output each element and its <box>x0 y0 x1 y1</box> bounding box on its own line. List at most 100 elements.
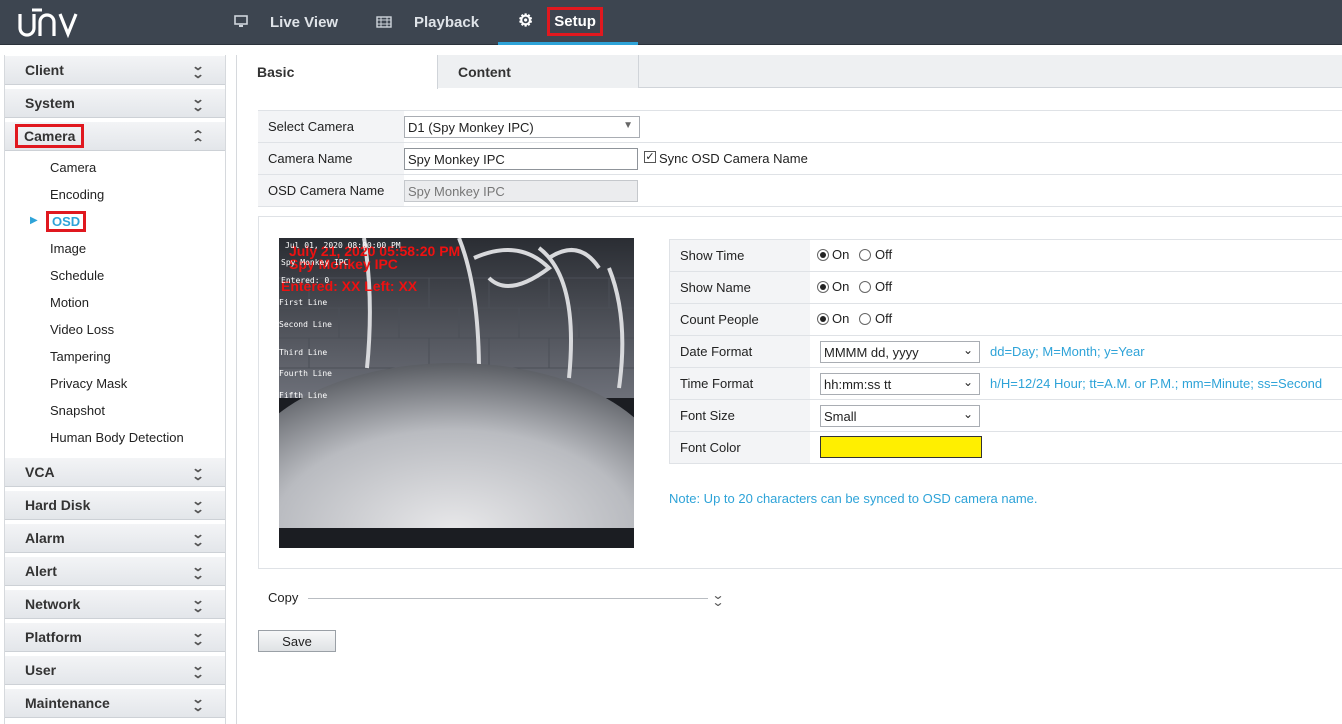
count-people-label: Count People <box>670 304 810 335</box>
time-format-value: hh:mm:ss tt <box>824 376 892 392</box>
osd-options-table: Show Time On Off Show Name On Off Count … <box>669 239 1342 464</box>
double-chevron-down-icon: ⌄ ⌄ <box>191 59 205 81</box>
show-time-on-radio[interactable] <box>817 249 829 261</box>
sidebar-item-label: Motion <box>50 295 90 310</box>
sidebar-section-alert[interactable]: Alert ⌄ ⌄ <box>5 556 225 586</box>
font-size-select[interactable]: Small ⌄ <box>820 405 980 427</box>
time-format-hint: h/H=12/24 Hour; tt=A.M. or P.M.; mm=Minu… <box>990 376 1323 391</box>
date-format-row: Date Format MMMM dd, yyyy ⌄ dd=Day; M=Mo… <box>670 336 1342 368</box>
sync-osd-label: Sync OSD Camera Name <box>659 151 808 166</box>
sidebar-item-tampering[interactable]: Tampering <box>5 343 225 370</box>
nav-playback[interactable]: Playback <box>376 0 479 45</box>
sidebar-section-label: Client <box>25 62 64 78</box>
sidebar-item-snapshot[interactable]: Snapshot <box>5 397 225 424</box>
sidebar-item-camera[interactable]: Camera <box>5 154 225 181</box>
sidebar-section-label: Platform <box>25 629 82 645</box>
osd-line-5: Fifth Line <box>279 391 328 400</box>
sidebar-item-image[interactable]: Image <box>5 235 225 262</box>
nav-live-view-label: Live View <box>270 14 339 31</box>
show-time-off-radio[interactable] <box>859 249 871 261</box>
off-label: Off <box>875 279 893 294</box>
double-chevron-down-icon: ⌄ ⌄ <box>191 92 205 114</box>
sidebar-item-privacy-mask[interactable]: Privacy Mask <box>5 370 225 397</box>
date-format-label: Date Format <box>670 336 810 367</box>
tab-basic[interactable]: Basic <box>237 55 438 89</box>
sidebar-section-alarm[interactable]: Alarm ⌄ ⌄ <box>5 523 225 553</box>
show-name-label: Show Name <box>670 272 810 303</box>
sidebar-section-client[interactable]: Client ⌄ ⌄ <box>5 55 225 85</box>
save-button[interactable]: Save <box>258 630 336 652</box>
video-preview[interactable]: July 21, 2020 05:58:20 PM Spy Monkey IPC… <box>279 238 634 548</box>
osd-line-1: First Line <box>279 298 328 307</box>
sidebar-item-label: Snapshot <box>50 403 105 418</box>
nav-setup-label: Setup <box>547 6 603 36</box>
double-chevron-down-icon: ⌄ ⌄ <box>191 560 205 582</box>
date-format-select[interactable]: MMMM dd, yyyy ⌄ <box>820 341 980 363</box>
sidebar-section-label: User <box>25 662 57 678</box>
dropdown-arrow-icon: ▼ <box>623 120 633 131</box>
time-format-label: Time Format <box>670 368 810 399</box>
tab-content[interactable]: Content <box>438 55 639 88</box>
osd-camera-name-row: OSD Camera Name Spy Monkey IPC <box>258 175 1342 207</box>
sidebar-item-label: Camera <box>50 160 97 175</box>
camera-name-value: Spy Monkey IPC <box>408 151 505 167</box>
sidebar-section-user[interactable]: User ⌄ ⌄ <box>5 655 225 685</box>
sidebar-item-schedule[interactable]: Schedule <box>5 262 225 289</box>
sidebar-section-vca[interactable]: VCA ⌄ ⌄ <box>5 457 225 487</box>
osd-line-3: Third Line <box>279 348 328 357</box>
tab-bar: Basic Content <box>237 55 1342 89</box>
double-chevron-down-icon: ⌄ ⌄ <box>191 527 205 549</box>
double-chevron-down-icon: ⌄ ⌄ <box>191 659 205 681</box>
show-name-row: Show Name On Off <box>670 272 1342 304</box>
sidebar-section-label: Alarm <box>25 530 65 546</box>
osd-small-name: Spy Monkey IPC <box>281 258 349 267</box>
double-chevron-down-icon[interactable]: ⌄ ⌄ <box>711 589 724 608</box>
caret-right-icon: ▶ <box>30 215 38 226</box>
top-navigation-bar: Live View Playback ⚙ Setup <box>0 0 1342 45</box>
sidebar-item-video-loss[interactable]: Video Loss <box>5 316 225 343</box>
font-color-swatch[interactable] <box>820 436 982 458</box>
osd-camera-name-label: OSD Camera Name <box>258 175 404 206</box>
tab-content-label: Content <box>458 63 511 80</box>
time-format-select[interactable]: hh:mm:ss tt ⌄ <box>820 373 980 395</box>
show-name-on-radio[interactable] <box>817 281 829 293</box>
show-name-off-radio[interactable] <box>859 281 871 293</box>
sidebar-item-label: Tampering <box>50 349 111 364</box>
font-color-row: Font Color <box>670 432 1342 464</box>
nav-playback-label: Playback <box>414 14 480 31</box>
sidebar-item-human-body-detection[interactable]: Human Body Detection <box>5 424 225 451</box>
count-people-on-radio[interactable] <box>817 313 829 325</box>
show-time-row: Show Time On Off <box>670 240 1342 272</box>
show-time-label: Show Time <box>670 240 810 271</box>
sidebar-section-label: Hard Disk <box>25 497 91 513</box>
double-chevron-down-icon: ⌄ ⌄ <box>191 593 205 615</box>
sidebar-section-hard-disk[interactable]: Hard Disk ⌄ ⌄ <box>5 490 225 520</box>
copy-divider <box>308 598 708 599</box>
sidebar-section-maintenance[interactable]: Maintenance ⌄ ⌄ <box>5 688 225 718</box>
count-people-off-radio[interactable] <box>859 313 871 325</box>
sidebar-item-osd[interactable]: ▶ OSD <box>5 208 225 235</box>
select-camera-row: Select Camera D1 (Spy Monkey IPC) ▼ <box>258 111 1342 143</box>
sync-osd-checkbox[interactable]: ✓ <box>644 151 656 163</box>
monitor-icon <box>234 14 248 31</box>
gear-icon: ⚙ <box>518 11 534 30</box>
camera-name-input[interactable]: Spy Monkey IPC <box>404 148 638 170</box>
sidebar-section-camera[interactable]: Camera ⌃ ⌃ <box>5 121 225 151</box>
chevron-down-icon: ⌄ <box>962 375 973 389</box>
select-camera-dropdown[interactable]: D1 (Spy Monkey IPC) ▼ <box>404 116 640 138</box>
sidebar-item-label: Encoding <box>50 187 105 202</box>
sidebar: Client ⌄ ⌄ System ⌄ ⌄ Camera ⌃ ⌃ Camera Enc… <box>4 55 226 724</box>
sidebar-section-network[interactable]: Network ⌄ ⌄ <box>5 589 225 619</box>
nav-live-view[interactable]: Live View <box>234 0 338 45</box>
nav-setup[interactable]: ⚙ Setup <box>498 0 638 45</box>
sidebar-section-platform[interactable]: Platform ⌄ ⌄ <box>5 622 225 652</box>
sidebar-section-system[interactable]: System ⌄ ⌄ <box>5 88 225 118</box>
film-icon <box>376 15 392 31</box>
main-content: Basic Content Select Camera D1 (Spy Monk… <box>236 55 1342 724</box>
on-label: On <box>832 279 850 294</box>
sidebar-item-encoding[interactable]: Encoding <box>5 181 225 208</box>
sidebar-item-label: Image <box>50 241 87 256</box>
sidebar-item-motion[interactable]: Motion <box>5 289 225 316</box>
time-format-row: Time Format hh:mm:ss tt ⌄ h/H=12/24 Hour… <box>670 368 1342 400</box>
font-size-value: Small <box>824 408 857 424</box>
